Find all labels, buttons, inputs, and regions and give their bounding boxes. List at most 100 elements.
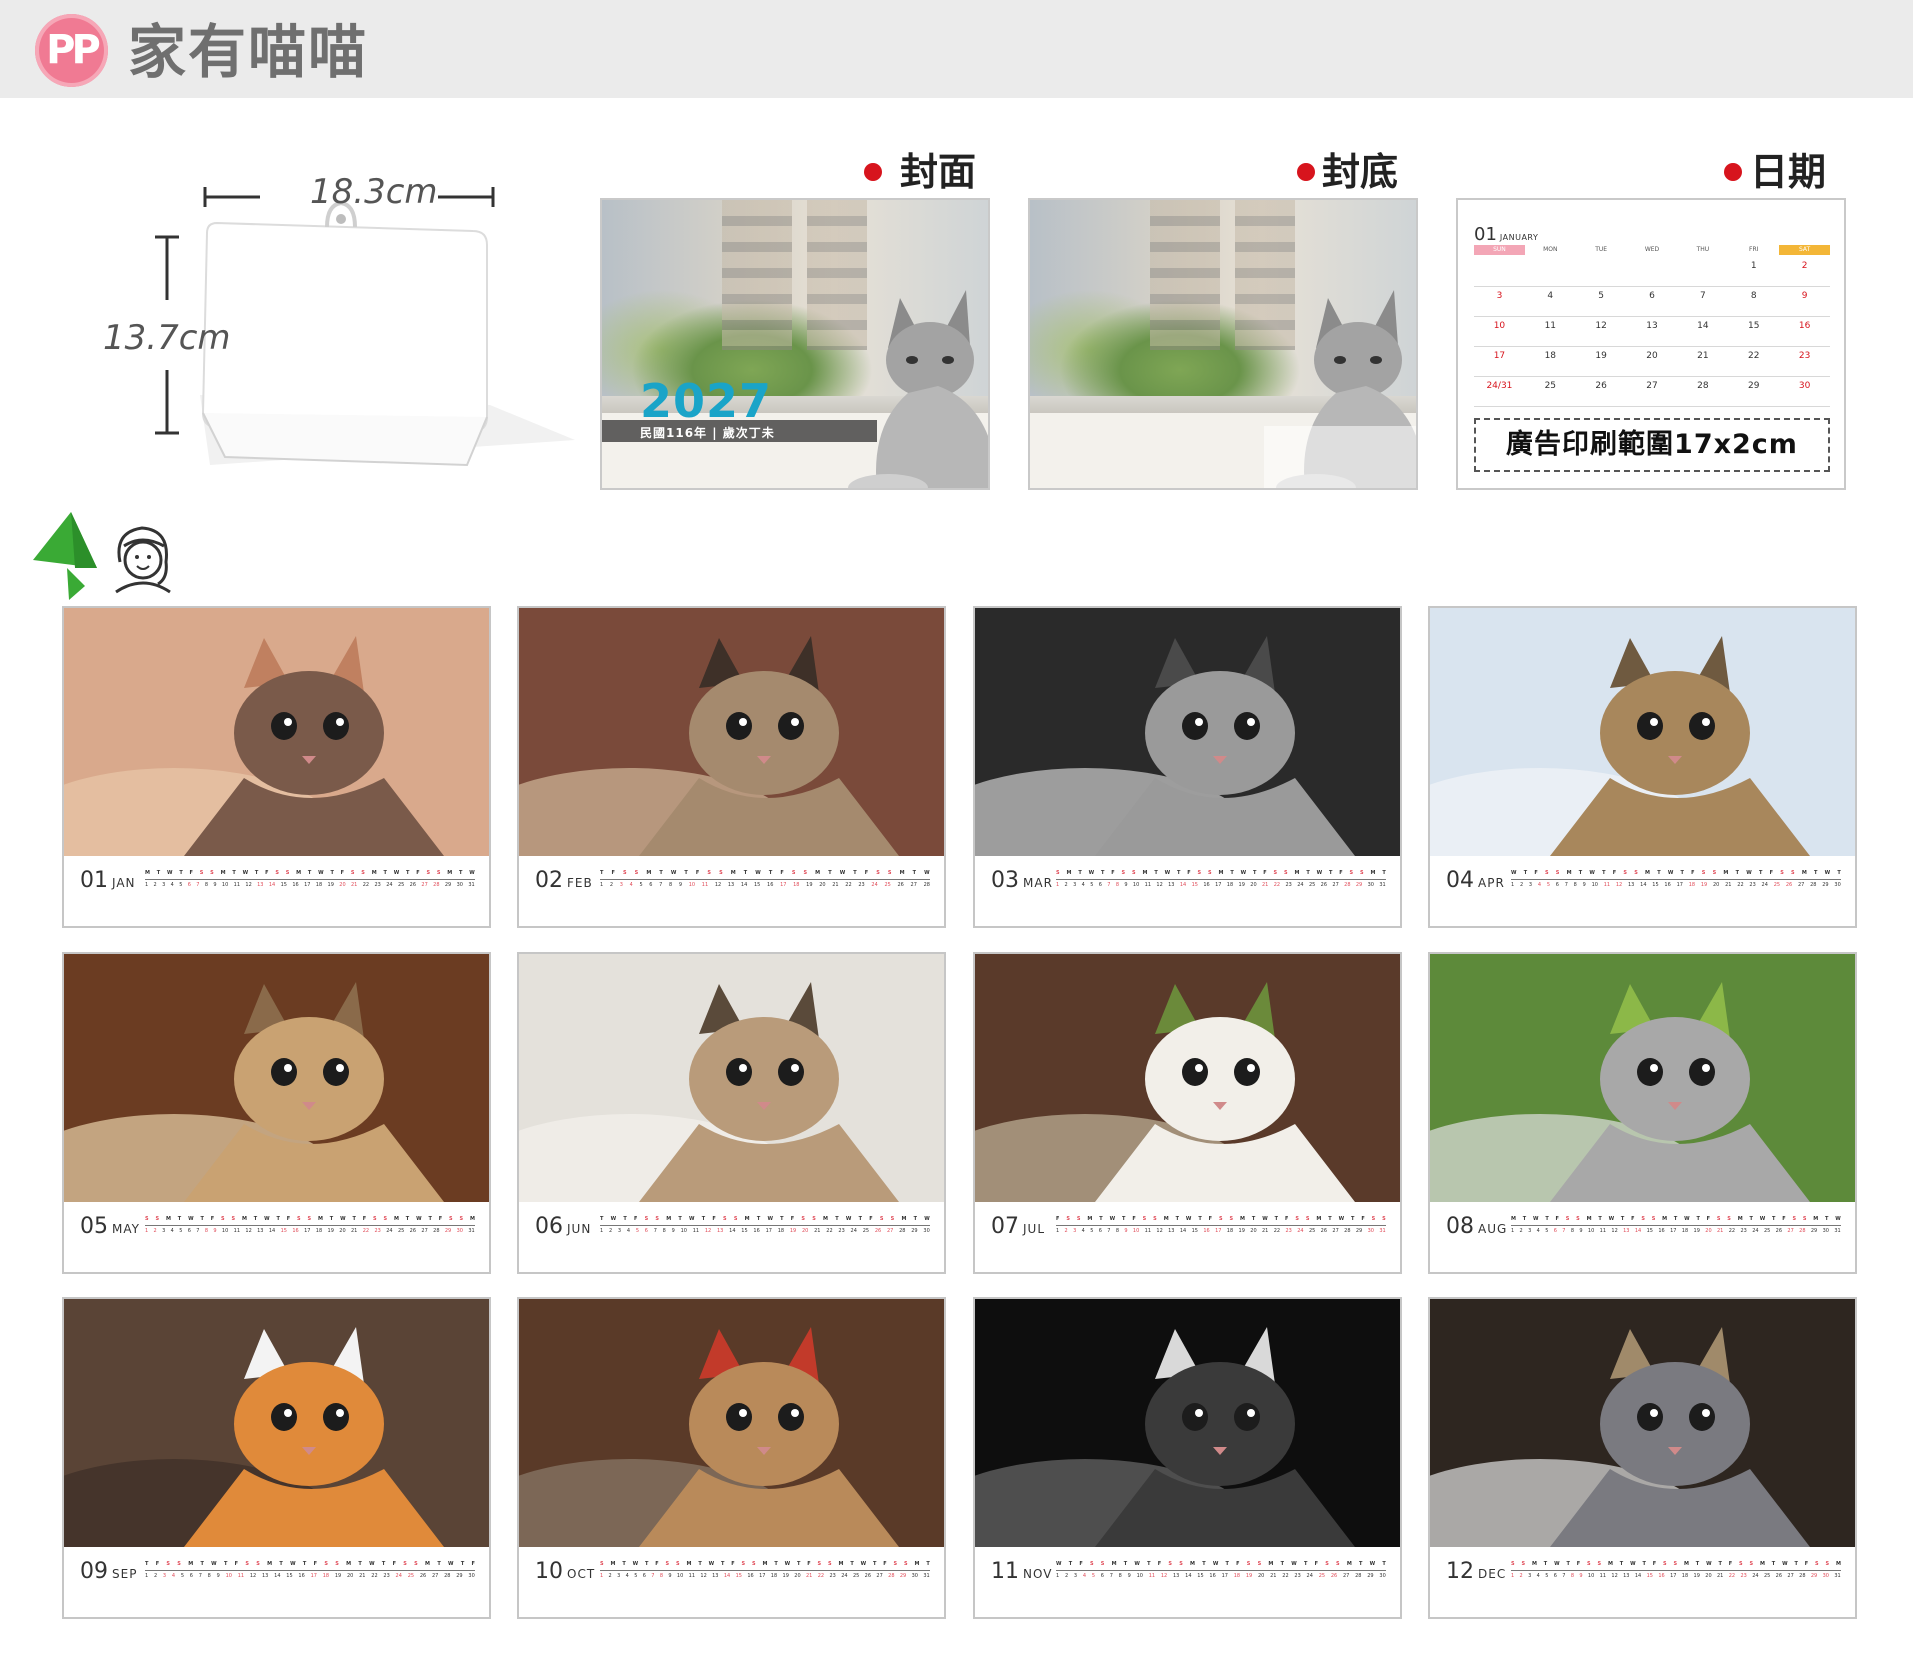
day-cell — [1576, 257, 1627, 286]
day-cell: 15 — [1748, 321, 1760, 331]
month-label: 09 SEP — [80, 1557, 137, 1589]
month-day-strip: WTFSSMTWTFSSMTWTFSSMTWTFSSMTWT1234567891… — [1511, 870, 1841, 888]
day-cell: 3 — [1496, 291, 1503, 301]
day-cell: 14 — [1697, 321, 1709, 331]
month-label: 06 JUN — [535, 1212, 591, 1244]
month-number: 10 — [535, 1559, 563, 1584]
month-card-feb: 02 FEB T F S S M T W T F S S M T W T F S S M T W T F S S M T W 1 2 3 4 5 6 7… — [517, 606, 946, 928]
month-label: 03 MAR — [991, 866, 1053, 898]
month-card-jun: 06 JUN T W T F S S M T W T F S S M T W T F S S M T W T F S S M T W 1 2 3 4 5… — [517, 952, 946, 1274]
month-label: 08 AUG — [1446, 1212, 1507, 1244]
day-cell: 16 — [1798, 321, 1811, 331]
month-abbr: JUL — [1023, 1222, 1046, 1236]
month-abbr: JUN — [567, 1222, 592, 1236]
day-cell: 6 — [1649, 291, 1655, 301]
week-row: 24/31 25 26 27 28 29 30 — [1474, 377, 1830, 407]
bullet-dot — [864, 163, 882, 181]
day-cell: 21 — [1697, 351, 1709, 361]
cat-photo — [975, 608, 1400, 856]
date-month-heading: 01 JANUARY — [1474, 224, 1539, 245]
month-label: 11 NOV — [991, 1557, 1052, 1589]
bullet-dot — [1724, 163, 1742, 181]
day-cell: 30 — [1798, 381, 1811, 391]
width-label: 18.3cm — [310, 172, 438, 212]
month-number: 09 — [80, 1559, 108, 1584]
date-panel: 01 JANUARY SUN MON TUE WED THU FRI SAT 1 2 3 4 5 6 7 8 9… — [1456, 198, 1846, 490]
month-label: 01 JAN — [80, 866, 136, 898]
month-number: 08 — [1446, 1214, 1474, 1239]
weekday-header: FRI — [1749, 246, 1759, 253]
day-cell: 25 — [1544, 381, 1557, 391]
month-abbr: JAN — [112, 876, 136, 890]
month-abbr: FEB — [567, 876, 593, 890]
month-number: 11 — [991, 1559, 1019, 1584]
day-cell: 2 — [1801, 261, 1808, 271]
day-cell: 24/31 — [1486, 381, 1513, 391]
day-cell: 4 — [1547, 291, 1554, 301]
back-cover-label: 封底 — [1322, 150, 1399, 194]
month-card-nov: 11 NOV W T F S S M T W T F S S M T W T F S S M T W T F S S M T W T 1 2 3 4 5… — [973, 1297, 1402, 1619]
month-number: 05 — [80, 1214, 108, 1239]
month-abbr: SEP — [112, 1567, 138, 1581]
month-card-jul: 07 JUL F S S M T W T F S S M T W T F S S M T W T F S S M T W T F S S 1 2 3 4… — [973, 952, 1402, 1274]
day-cell — [1474, 257, 1525, 286]
month-day-strip: T F S S M T W T F S S M T W T F S S M T W T F S S M T W 1 2 3 4 5 6 7 8 9 10 1… — [600, 870, 930, 888]
month-abbr: OCT — [567, 1567, 596, 1581]
month-number: 12 — [1446, 1559, 1474, 1584]
ad-print-area: 廣告印刷範圍17x2cm — [1474, 418, 1830, 472]
week-row: 12 — [1474, 257, 1830, 287]
day-cell: 26 — [1595, 381, 1607, 391]
month-number: 06 — [535, 1214, 563, 1239]
day-cell — [1525, 257, 1576, 286]
day-cell: 7 — [1700, 291, 1706, 301]
month-label: 07 JUL — [991, 1212, 1045, 1244]
day-cell: 1 — [1750, 261, 1757, 271]
cover-subtitle: 民國116年 | 歲次丁未 — [640, 426, 775, 440]
day-cell: 28 — [1697, 381, 1709, 391]
week-row: 3 4 5 6 7 8 9 — [1474, 287, 1830, 317]
day-cell: 17 — [1493, 351, 1506, 361]
month-card-apr: 04 APR W T F S S M T W T F S S M T W T F S S M T W T F S S M T W T 1 2 3 4 5… — [1428, 606, 1857, 928]
month-day-strip: SSMTWTFSSMTWTFSSMTWTFSSMTWTFSSM123456789… — [145, 1216, 475, 1234]
bullet-dot — [1297, 163, 1315, 181]
month-label: 05 MAY — [80, 1212, 140, 1244]
month-number: 03 — [991, 868, 1019, 893]
cat-photo — [519, 608, 944, 856]
month-day-strip: TFSSMTWTFSSMTWTFSSMTWTFSSMTWTF1234567891… — [145, 1561, 475, 1579]
week-row: 17 18 19 20 21 22 23 — [1474, 347, 1830, 377]
weekday-header-row: SUN MON TUE WED THU FRI SAT — [1474, 245, 1831, 255]
month-card-mar: 03 MAR S M T W T F S S M T W T F S S M T W T F S S M T W T F S S M T 1 2 3 4… — [973, 606, 1402, 928]
month-day-strip: MTWTFSSMTWTFSSMTWTFSSMTWTFSSMTW123456789… — [145, 870, 475, 888]
girl-doodle-icon — [115, 526, 171, 594]
month-card-sep: 09 SEP T F S S M T W T F S S M T W T F S S M T W T F S S M T W T F 1 2 3 4 5… — [62, 1297, 491, 1619]
month-number: 04 — [1446, 868, 1474, 893]
date-grid: SUN MON TUE WED THU FRI SAT 1 2 3 4 5 6 7 8 9 10 11 12 13 14… — [1474, 245, 1831, 407]
day-cell: 13 — [1646, 321, 1658, 331]
month-day-strip: SMTWTFSSMTWTFSSMTWTFSSMTWTFSSMT123456789… — [1056, 870, 1386, 888]
month-card-may: 05 MAY S S M T W T F S S M T W T F S S M T W T F S S M T W T F S S M 1 2 3 4… — [62, 952, 491, 1274]
height-label: 13.7cm — [103, 318, 231, 358]
month-number: 07 — [991, 1214, 1019, 1239]
month-label: 10 OCT — [535, 1557, 595, 1589]
month-card-oct: 10 OCT S M T W T F S S M T W T F S S M T W T F S S M T W T F S S M T 1 2 3 4… — [517, 1297, 946, 1619]
month-abbr: APR — [1478, 876, 1505, 890]
date-label: 日期 — [1750, 150, 1827, 194]
cat-photo — [1430, 608, 1855, 856]
month-abbr: MAY — [112, 1222, 140, 1236]
back-cover-panel — [1028, 198, 1418, 490]
cat-photo — [519, 1299, 944, 1547]
cat-photo — [1430, 954, 1855, 1202]
cat-photo — [64, 954, 489, 1202]
cover-year: 2027 — [640, 374, 773, 428]
month-day-strip: SSMTWTFSSMTWTFSSMTWTFSSMTWTFSSM123456789… — [1511, 1561, 1841, 1579]
day-cell: 12 — [1595, 321, 1607, 331]
cat-photo — [519, 954, 944, 1202]
month-abbr: NOV — [1023, 1567, 1053, 1581]
month-abbr: MAR — [1023, 876, 1053, 890]
month-label: 12 DEC — [1446, 1557, 1506, 1589]
day-cell: 8 — [1750, 291, 1757, 301]
day-cell: 27 — [1646, 381, 1658, 391]
day-cell — [1627, 257, 1678, 286]
cat-photo — [64, 1299, 489, 1547]
month-day-strip: FSSMTWTFSSMTWTFSSMTWTFSSMTWTFSS123456789… — [1056, 1216, 1386, 1234]
